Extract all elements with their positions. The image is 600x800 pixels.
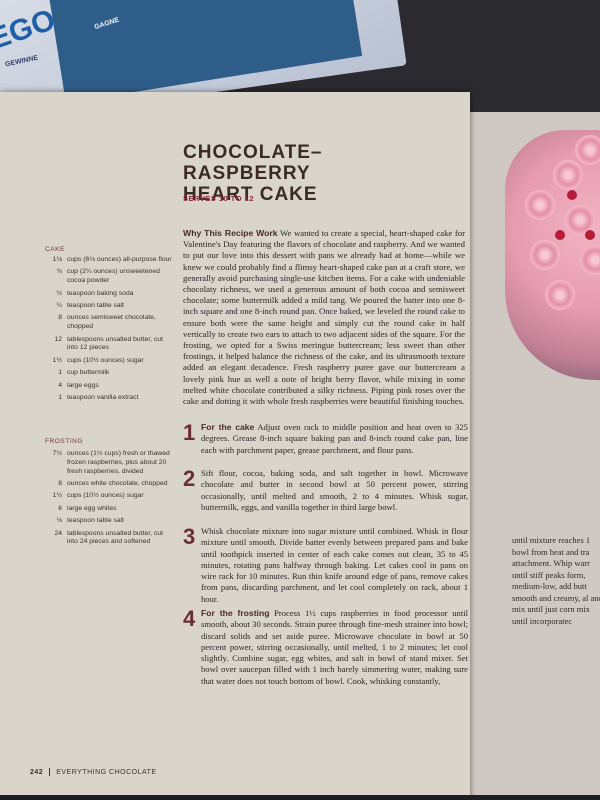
ingredient-item: 8 ounces white chocolate, chopped bbox=[42, 480, 172, 489]
ingredient-item: 1 teaspoon vanilla extract bbox=[42, 394, 172, 403]
title-line-1: CHOCOLATE–RASPBERRY bbox=[183, 142, 323, 184]
ingredient-description: large egg whites bbox=[67, 504, 117, 512]
raspberry bbox=[585, 230, 595, 240]
cake-ingredient-list: 1⅛ cups (6⅛ ounces) all-purpose flour ¾ cup… bbox=[42, 256, 172, 406]
ingredient-item: 4 large eggs bbox=[42, 382, 172, 391]
step-text: For the frosting Process 1½ cups raspber… bbox=[183, 608, 468, 687]
step-heading: For the cake bbox=[201, 422, 255, 432]
photo-scene: EGO.com/prod GAGNE GEWINNE until mixture… bbox=[0, 0, 600, 800]
ingredient-quantity: ⅛ bbox=[56, 517, 62, 525]
ingredient-quantity: 24 bbox=[54, 529, 62, 537]
step-text: For the cake Adjust oven rack to middle … bbox=[183, 422, 468, 456]
why-this-recipe-works: Why This Recipe Work We wanted to create… bbox=[183, 228, 465, 407]
continued-step-text: until mixture reaches 1 bowl from heat a… bbox=[512, 535, 600, 626]
recipe-step: 4 For the frosting Process 1½ cups raspb… bbox=[183, 608, 468, 687]
recipe-step: 2 Sift flour, cocoa, baking soda, and sa… bbox=[183, 468, 468, 513]
step-body: Sift flour, cocoa, baking soda, and salt… bbox=[201, 468, 468, 512]
ingredient-description: teaspoon table salt bbox=[67, 301, 125, 309]
serves-label: SERVES 10 TO 12 bbox=[183, 194, 255, 203]
ingredient-description: cups (10½ ounces) sugar bbox=[67, 492, 144, 500]
step-body: Process 1½ cups raspberries in food proc… bbox=[201, 608, 469, 686]
ingredient-item: 1½ cups (10½ ounces) sugar bbox=[42, 492, 172, 501]
ingredient-quantity: 1½ bbox=[52, 356, 62, 364]
ingredient-quantity: 7½ bbox=[52, 450, 62, 457]
ingredient-quantity: 12 bbox=[54, 335, 62, 343]
frosting-rose bbox=[580, 245, 600, 275]
frosting-ingredients-label: FROSTING bbox=[45, 438, 84, 445]
why-text: We wanted to create a special, heart-sha… bbox=[183, 228, 465, 407]
page-footer: 242 EVERYTHING CHOCOLATE bbox=[30, 768, 157, 776]
ingredient-description: cup (2¼ ounces) unsweetened cocoa powder bbox=[67, 268, 160, 285]
frosting-rose bbox=[545, 280, 575, 310]
step-number: 3 bbox=[183, 524, 196, 549]
ingredient-quantity: 1 bbox=[58, 369, 62, 377]
why-heading: Why This Recipe Work bbox=[183, 228, 278, 238]
ingredient-quantity: 4 bbox=[58, 381, 62, 389]
step-text: Sift flour, cocoa, baking soda, and salt… bbox=[183, 468, 468, 513]
ingredient-description: teaspoon baking soda bbox=[67, 289, 134, 297]
ingredient-item: 12 tablespoons unsalted butter, cut into … bbox=[42, 336, 172, 354]
raspberry bbox=[555, 230, 565, 240]
ingredient-item: ⅛ teaspoon table salt bbox=[42, 517, 172, 526]
ingredient-description: tablespoons unsalted butter, cut into 24… bbox=[67, 529, 163, 546]
frosting-rose bbox=[525, 190, 555, 220]
ingredient-description: cup buttermilk bbox=[67, 369, 110, 377]
ingredient-quantity: ½ bbox=[56, 289, 62, 297]
ingredient-item: 1½ cups (10½ ounces) sugar bbox=[42, 357, 172, 366]
ingredient-description: ounces semisweet chocolate, chopped bbox=[67, 314, 156, 331]
ingredient-description: large eggs bbox=[67, 381, 99, 389]
table-edge bbox=[0, 795, 600, 800]
leaflet-column-head-1: GAGNE bbox=[93, 16, 121, 32]
ingredient-item: 6 large egg whites bbox=[42, 505, 172, 514]
ingredient-description: ounces white chocolate, chopped bbox=[67, 479, 168, 487]
footer-divider bbox=[49, 768, 51, 776]
step-text: Whisk chocolate mixture into sugar mixtu… bbox=[183, 526, 468, 605]
frosting-rose bbox=[530, 240, 560, 270]
ingredient-quantity: 1⅛ bbox=[52, 256, 62, 263]
ingredient-item: 24 tablespoons unsalted butter, cut into … bbox=[42, 530, 172, 548]
ingredient-quantity: 1 bbox=[58, 393, 62, 401]
ingredient-item: 7½ ounces (1½ cups) fresh or thawed froze… bbox=[42, 450, 172, 476]
ingredient-item: ¼ teaspoon table salt bbox=[42, 302, 172, 311]
ingredient-quantity: 6 bbox=[58, 504, 62, 512]
ingredient-description: ounces (1½ cups) fresh or thawed frozen … bbox=[67, 450, 170, 475]
step-number: 4 bbox=[183, 606, 196, 631]
raspberry bbox=[567, 190, 577, 200]
recipe-step: 3 Whisk chocolate mixture into sugar mix… bbox=[183, 526, 468, 605]
ingredient-item: 8 ounces semisweet chocolate, chopped bbox=[42, 314, 172, 332]
cake-ingredients-label: CAKE bbox=[45, 246, 65, 253]
step-number: 1 bbox=[183, 420, 196, 445]
frosting-rose bbox=[575, 135, 600, 165]
ingredient-description: teaspoon table salt bbox=[67, 517, 125, 525]
ingredient-description: cups (6⅛ ounces) all-purpose flour bbox=[67, 256, 172, 263]
frosting-rose bbox=[553, 160, 583, 190]
ingredient-item: ¾ cup (2¼ ounces) unsweetened cocoa powde… bbox=[42, 268, 172, 286]
ingredient-description: cups (10½ ounces) sugar bbox=[67, 356, 144, 364]
frosting-ingredient-list: 7½ ounces (1½ cups) fresh or thawed froze… bbox=[42, 450, 172, 551]
ingredient-quantity: 1½ bbox=[52, 492, 62, 500]
ingredient-item: 1⅛ cups (6⅛ ounces) all-purpose flour bbox=[42, 256, 172, 265]
step-number: 2 bbox=[183, 466, 196, 491]
recipe-step: 1 For the cake Adjust oven rack to middl… bbox=[183, 422, 468, 456]
book-title: EVERYTHING CHOCOLATE bbox=[56, 768, 157, 776]
ingredient-description: teaspoon vanilla extract bbox=[67, 393, 139, 401]
ingredient-quantity: ¾ bbox=[56, 268, 62, 276]
ingredient-quantity: ¼ bbox=[56, 301, 62, 309]
ingredient-description: tablespoons unsalted butter, cut into 12… bbox=[67, 335, 163, 352]
ingredient-quantity: 8 bbox=[58, 314, 62, 322]
page-number: 242 bbox=[30, 768, 44, 776]
step-heading: For the frosting bbox=[201, 608, 270, 618]
ingredient-item: 1 cup buttermilk bbox=[42, 369, 172, 378]
step-body: Whisk chocolate mixture into sugar mixtu… bbox=[201, 526, 468, 604]
ingredient-quantity: 8 bbox=[58, 479, 62, 487]
ingredient-item: ½ teaspoon baking soda bbox=[42, 290, 172, 299]
